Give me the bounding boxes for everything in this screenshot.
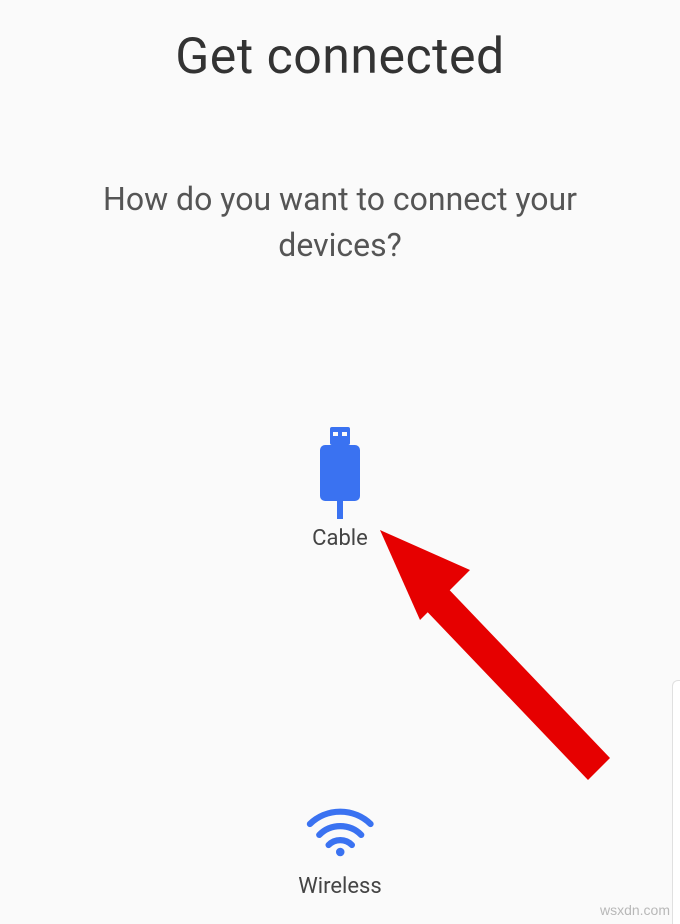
page-title: Get connected bbox=[0, 0, 680, 86]
option-cable[interactable]: Cable bbox=[305, 428, 375, 551]
watermark: wsxdn.com bbox=[600, 902, 670, 918]
option-wireless-label: Wireless bbox=[298, 874, 382, 899]
edge-sliver bbox=[672, 680, 680, 924]
wifi-icon bbox=[305, 796, 375, 866]
page-subtitle: How do you want to connect your devices? bbox=[0, 176, 680, 269]
option-wireless[interactable]: Wireless bbox=[298, 796, 382, 899]
usb-cable-icon bbox=[305, 428, 375, 518]
option-cable-label: Cable bbox=[312, 526, 368, 551]
red-arrow-annotation bbox=[360, 510, 620, 794]
